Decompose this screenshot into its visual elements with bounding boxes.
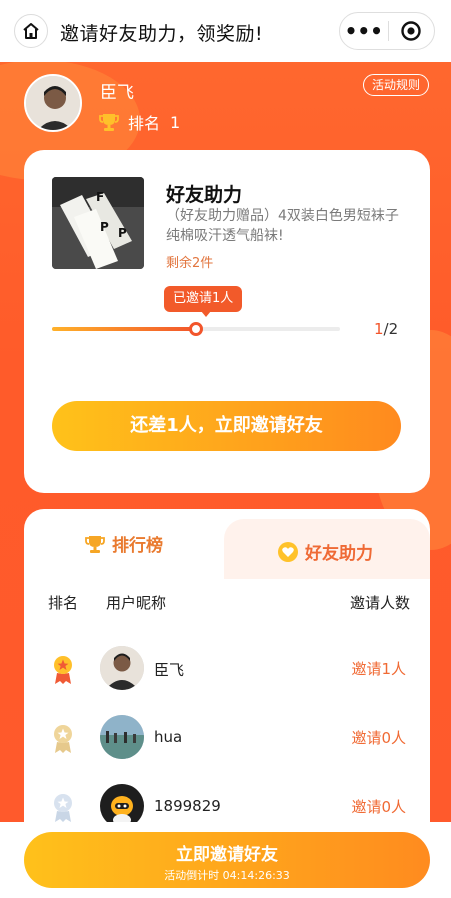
home-icon (23, 23, 39, 39)
svg-text:P: P (100, 220, 109, 234)
column-header-rank: 排名 (48, 594, 79, 612)
row-nickname: 臣飞 (154, 661, 185, 679)
row-invite-count: 邀请0人 (351, 729, 406, 747)
trophy-icon (85, 535, 105, 553)
rank-value: 1 (170, 112, 181, 132)
progress-knob (189, 322, 203, 336)
progress-current: 1 (374, 320, 384, 338)
progress-fill (52, 327, 196, 331)
target-close-icon (401, 21, 421, 41)
invited-count-tooltip: 已邀请1人 (164, 286, 243, 317)
tab-friend-help[interactable]: 好友助力 (277, 539, 373, 564)
top-nav-bar: 邀请好友助力，领奖励! ••• (0, 0, 451, 62)
page: 邀请好友助力，领奖励! ••• 臣飞 排名 1 活动规则 F P P 好友助力 … (0, 0, 451, 898)
row-invite-count: 邀请0人 (351, 798, 406, 816)
gold-medal-icon (54, 656, 72, 684)
rank-label: 排名 (128, 114, 161, 133)
progress-total: /2 (383, 320, 399, 338)
table-row: 臣飞 邀请1人 (24, 645, 430, 695)
product-stock: 剩余2件 (166, 256, 214, 271)
column-header-invites: 邀请人数 (349, 594, 410, 612)
invite-friends-button[interactable]: 还差1人，立即邀请好友 (52, 401, 401, 451)
column-header-nickname: 用户昵称 (106, 594, 167, 612)
heart-icon (278, 541, 298, 562)
product-image[interactable]: F P P (52, 177, 144, 269)
tab-leaderboard-label: 排行榜 (112, 536, 163, 556)
user-name: 臣飞 (100, 83, 134, 103)
product-card: F P P 好友助力 （好友助力赠品）4双装白色男短袜子纯棉吸汗透气船袜! 剩余… (24, 150, 430, 493)
progress-track (52, 322, 340, 336)
product-title: 好友助力 (166, 184, 243, 206)
table-row: hua 邀请0人 (24, 714, 430, 764)
activity-countdown: 活动倒计时 04:14:26:33 (164, 869, 290, 882)
avatar (100, 646, 144, 690)
invite-now-button[interactable]: 立即邀请好友 活动倒计时 04:14:26:33 (24, 832, 430, 888)
close-button[interactable] (388, 20, 434, 42)
silver-medal-icon (54, 794, 72, 822)
svg-text:F: F (96, 190, 104, 204)
svg-text:P: P (118, 226, 127, 240)
home-button[interactable] (14, 14, 48, 48)
activity-rules-button[interactable]: 活动规则 (362, 74, 429, 96)
silver-gold-medal-icon (54, 725, 72, 753)
tab-friend-help-label: 好友助力 (305, 544, 373, 564)
user-rank: 排名 1 (98, 110, 180, 134)
bottom-bar: 立即邀请好友 活动倒计时 04:14:26:33 (0, 822, 451, 898)
page-title: 邀请好友助力，领奖励! (60, 23, 264, 45)
row-invite-count: 邀请1人 (351, 660, 406, 678)
invite-now-label: 立即邀请好友 (176, 845, 278, 865)
user-avatar (24, 74, 82, 132)
product-description: （好友助力赠品）4双装白色男短袜子纯棉吸汗透气船袜! (166, 208, 399, 244)
more-button[interactable]: ••• (340, 12, 388, 50)
trophy-icon (99, 114, 119, 131)
mini-program-capsule: ••• (339, 12, 435, 50)
avatar (100, 715, 144, 759)
row-nickname: hua (154, 728, 183, 746)
tab-leaderboard[interactable]: 排行榜 (84, 531, 163, 556)
row-nickname: 1899829 (154, 797, 221, 815)
progress-count: 1/2 (374, 320, 398, 338)
